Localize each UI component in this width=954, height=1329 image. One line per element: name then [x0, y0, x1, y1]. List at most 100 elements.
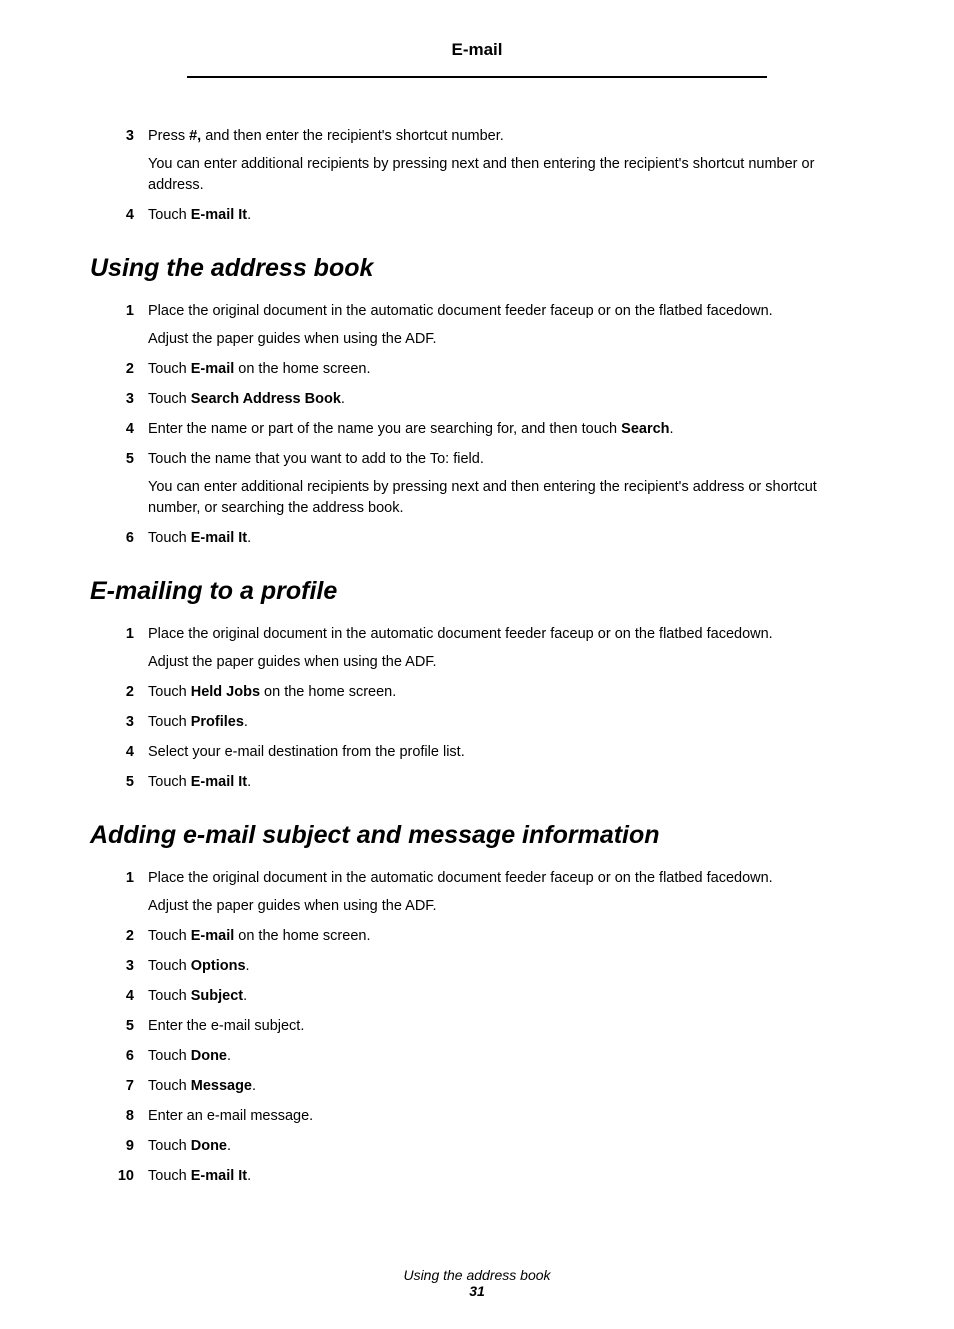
step-text: Enter an e-mail message.: [148, 1106, 864, 1127]
step-text: Touch Held Jobs on the home screen.: [148, 682, 864, 703]
step-text: Touch E-mail on the home screen.: [148, 926, 864, 947]
step-body: Enter an e-mail message.: [148, 1106, 864, 1127]
step-body: Touch E-mail on the home screen.: [148, 359, 864, 380]
step-number: 5: [90, 1016, 148, 1037]
step-item: 3Touch Search Address Book.: [90, 389, 864, 410]
step-item: 1Place the original document in the auto…: [90, 301, 864, 350]
footer-section-title: Using the address book: [90, 1267, 864, 1283]
step-item: 4Enter the name or part of the name you …: [90, 419, 864, 440]
step-text: Touch Options.: [148, 956, 864, 977]
step-body: Touch E-mail It.: [148, 1166, 864, 1187]
step-number: 3: [90, 712, 148, 733]
step-item: 6Touch Done.: [90, 1046, 864, 1067]
step-number: 5: [90, 772, 148, 793]
step-text: Touch the name that you want to add to t…: [148, 449, 864, 470]
step-body: Touch Done.: [148, 1046, 864, 1067]
step-text: Place the original document in the autom…: [148, 301, 864, 322]
sections-container: Using the address book1Place the origina…: [90, 254, 864, 1187]
page-header: E-mail: [90, 40, 864, 66]
step-item: 5Enter the e-mail subject.: [90, 1016, 864, 1037]
step-body: Enter the e-mail subject.: [148, 1016, 864, 1037]
step-number: 3: [90, 956, 148, 977]
step-number: 4: [90, 205, 148, 226]
step-body: Place the original document in the autom…: [148, 301, 864, 350]
step-text: Touch E-mail on the home screen.: [148, 359, 864, 380]
step-list: 1Place the original document in the auto…: [90, 624, 864, 793]
step-item: 5Touch the name that you want to add to …: [90, 449, 864, 519]
step-item: 4Select your e-mail destination from the…: [90, 742, 864, 763]
page-footer: Using the address book 31: [90, 1267, 864, 1299]
step-number: 3: [90, 389, 148, 410]
step-text: Adjust the paper guides when using the A…: [148, 896, 864, 917]
step-body: Touch Held Jobs on the home screen.: [148, 682, 864, 703]
step-number: 4: [90, 742, 148, 763]
step-item: 2Touch E-mail on the home screen.: [90, 359, 864, 380]
step-text: Touch Search Address Book.: [148, 389, 864, 410]
step-text: Press #, and then enter the recipient's …: [148, 126, 864, 147]
step-list: 1Place the original document in the auto…: [90, 301, 864, 549]
step-number: 6: [90, 1046, 148, 1067]
step-body: Touch E-mail It.: [148, 772, 864, 793]
step-text: Touch Subject.: [148, 986, 864, 1007]
step-text: Select your e-mail destination from the …: [148, 742, 864, 763]
step-body: Touch E-mail on the home screen.: [148, 926, 864, 947]
step-body: Touch Search Address Book.: [148, 389, 864, 410]
step-number: 2: [90, 926, 148, 947]
step-body: Touch E-mail It.: [148, 528, 864, 549]
step-item: 4Touch Subject.: [90, 986, 864, 1007]
step-item: 3Press #, and then enter the recipient's…: [90, 126, 864, 196]
step-item: 8Enter an e-mail message.: [90, 1106, 864, 1127]
step-body: Touch Subject.: [148, 986, 864, 1007]
step-item: 2Touch Held Jobs on the home screen.: [90, 682, 864, 703]
section-heading: E-mailing to a profile: [90, 577, 864, 606]
step-number: 1: [90, 301, 148, 322]
step-text: Touch E-mail It.: [148, 205, 864, 226]
step-body: Press #, and then enter the recipient's …: [148, 126, 864, 196]
section-heading: Using the address book: [90, 254, 864, 283]
step-text: You can enter additional recipients by p…: [148, 154, 864, 196]
step-body: Touch Done.: [148, 1136, 864, 1157]
step-text: Touch Done.: [148, 1136, 864, 1157]
step-text: You can enter additional recipients by p…: [148, 477, 864, 519]
intro-step-list: 3Press #, and then enter the recipient's…: [90, 126, 864, 226]
step-text: Enter the name or part of the name you a…: [148, 419, 864, 440]
step-body: Place the original document in the autom…: [148, 624, 864, 673]
step-item: 4Touch E-mail It.: [90, 205, 864, 226]
step-text: Enter the e-mail subject.: [148, 1016, 864, 1037]
step-item: 6Touch E-mail It.: [90, 528, 864, 549]
step-number: 10: [90, 1166, 148, 1187]
footer-page-number: 31: [90, 1283, 864, 1299]
step-number: 5: [90, 449, 148, 470]
header-title: E-mail: [451, 40, 502, 66]
step-item: 2Touch E-mail on the home screen.: [90, 926, 864, 947]
step-body: Touch E-mail It.: [148, 205, 864, 226]
step-number: 2: [90, 359, 148, 380]
step-text: Adjust the paper guides when using the A…: [148, 329, 864, 350]
step-number: 8: [90, 1106, 148, 1127]
step-item: 9Touch Done.: [90, 1136, 864, 1157]
step-text: Place the original document in the autom…: [148, 624, 864, 645]
step-body: Touch Profiles.: [148, 712, 864, 733]
step-text: Touch E-mail It.: [148, 772, 864, 793]
step-number: 9: [90, 1136, 148, 1157]
step-body: Touch Options.: [148, 956, 864, 977]
step-number: 4: [90, 419, 148, 440]
step-item: 1Place the original document in the auto…: [90, 868, 864, 917]
section-heading: Adding e-mail subject and message inform…: [90, 821, 864, 850]
step-number: 1: [90, 624, 148, 645]
step-text: Place the original document in the autom…: [148, 868, 864, 889]
step-item: 1Place the original document in the auto…: [90, 624, 864, 673]
step-text: Touch Done.: [148, 1046, 864, 1067]
step-text: Touch E-mail It.: [148, 528, 864, 549]
step-item: 3Touch Options.: [90, 956, 864, 977]
step-number: 4: [90, 986, 148, 1007]
page-content: E-mail 3Press #, and then enter the reci…: [0, 0, 954, 1329]
step-text: Touch Profiles.: [148, 712, 864, 733]
step-text: Touch E-mail It.: [148, 1166, 864, 1187]
step-text: Adjust the paper guides when using the A…: [148, 652, 864, 673]
step-body: Place the original document in the autom…: [148, 868, 864, 917]
step-item: 10Touch E-mail It.: [90, 1166, 864, 1187]
step-body: Touch Message.: [148, 1076, 864, 1097]
step-item: 7Touch Message.: [90, 1076, 864, 1097]
header-rule: [187, 76, 767, 78]
